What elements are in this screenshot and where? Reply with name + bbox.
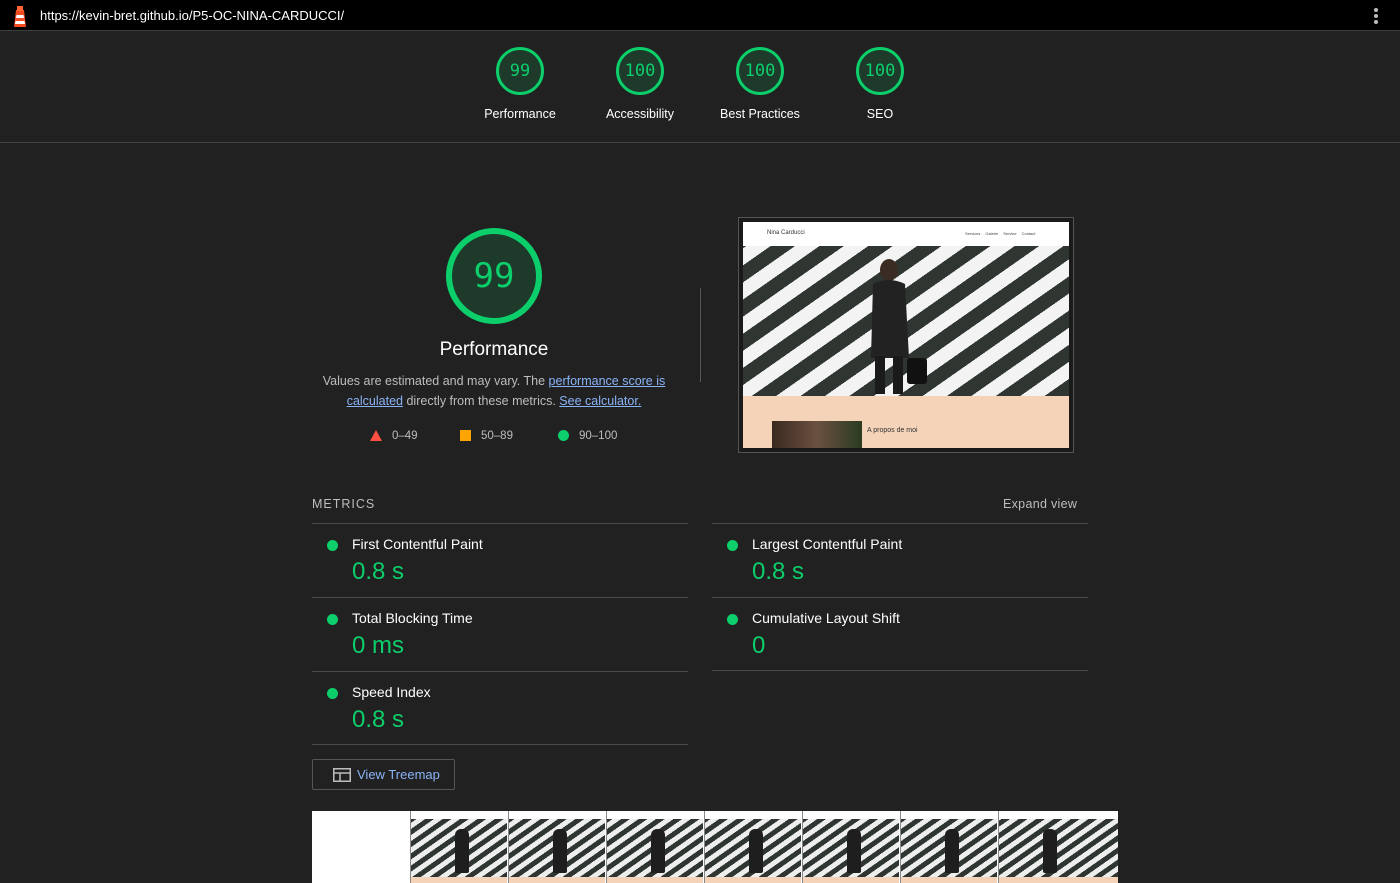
filmstrip-frame [900, 811, 997, 883]
final-screenshot[interactable]: Nina Carducci Services Galerie Service Cont… [738, 217, 1074, 453]
pass-circle-icon [558, 430, 569, 442]
top-bar: https://kevin-bret.github.io/P5-OC-NINA-… [0, 0, 1400, 31]
scores-summary: 99 Performance 100 Accessibility 100 Bes… [0, 31, 1400, 143]
metric-name: First Contentful Paint [352, 536, 483, 552]
screenshot-about-section: A propos de moi [743, 396, 1069, 448]
gauge-label: SEO [866, 107, 894, 121]
legend-label: 0–49 [392, 430, 418, 442]
filmstrip-frame [704, 811, 801, 883]
metric-name: Cumulative Layout Shift [752, 610, 900, 626]
description-text: Values are estimated and may vary. The [322, 374, 549, 388]
metrics-header: METRICS [312, 497, 376, 511]
gauge-score: 100 [736, 47, 784, 95]
pass-circle-icon [727, 614, 738, 625]
pass-circle-icon [727, 540, 738, 551]
metric-value: 0 ms [352, 632, 405, 659]
filmstrip [312, 811, 1118, 883]
metric-cumulative-layout-shift: Cumulative Layout Shift 0 [712, 598, 1088, 672]
divider [712, 670, 1088, 671]
legend-label: 90–100 [579, 430, 618, 442]
gauge-performance[interactable]: 99 Performance [460, 47, 580, 121]
metric-name: Largest Contentful Paint [752, 536, 903, 552]
filmstrip-frame [802, 811, 899, 883]
gauge-score: 99 [496, 47, 544, 95]
screenshot-link: Services [965, 231, 981, 236]
report-url[interactable]: https://kevin-bret.github.io/P5-OC-NINA-… [40, 8, 344, 23]
more-options-icon[interactable] [1374, 8, 1378, 24]
filmstrip-frame [410, 811, 507, 883]
legend-fail: 0–49 [370, 430, 418, 442]
gauge-accessibility[interactable]: 100 Accessibility [580, 47, 700, 121]
metric-value: 0 [752, 632, 766, 659]
pass-circle-icon [327, 688, 338, 699]
gauge-seo[interactable]: 100 SEO [820, 47, 940, 121]
screenshot-about-text: A propos de moi [867, 427, 918, 434]
metric-value: 0.8 s [752, 558, 805, 585]
portrait-image [772, 421, 862, 448]
gauge-label: Performance [484, 107, 556, 121]
metric-name: Total Blocking Time [352, 610, 473, 626]
performance-gauge: 99 [446, 228, 542, 324]
description-text: directly from these metrics. [403, 394, 560, 408]
view-treemap-button[interactable]: View Treemap [312, 759, 455, 790]
screenshot-hero-image [743, 246, 1069, 396]
pass-circle-icon [327, 540, 338, 551]
lighthouse-logo-icon [14, 6, 26, 27]
screenshot-nav: Nina Carducci Services Galerie Service Cont… [743, 222, 1069, 246]
metric-total-blocking-time: Total Blocking Time 0 ms [312, 598, 688, 672]
performance-description: Values are estimated and may vary. The p… [318, 371, 670, 411]
screenshot-links: Services Galerie Service Contact [965, 231, 1040, 236]
metric-value: 0.8 s [352, 558, 405, 585]
fail-triangle-icon [370, 430, 382, 442]
average-square-icon [460, 430, 471, 442]
performance-title: Performance [439, 339, 549, 360]
metric-speed-index: Speed Index 0.8 s [312, 672, 688, 746]
view-treemap-label: View Treemap [357, 767, 440, 782]
gauge-label: Accessibility [605, 107, 675, 121]
walking-man-image [871, 259, 927, 394]
filmstrip-frame [312, 811, 409, 883]
legend-average: 50–89 [460, 430, 513, 442]
pass-circle-icon [327, 614, 338, 625]
screenshot-link: Contact [1021, 231, 1036, 236]
expand-view-toggle[interactable]: Expand view [1003, 497, 1077, 511]
filmstrip-frame [606, 811, 703, 883]
filmstrip-frame [998, 811, 1118, 883]
legend-label: 50–89 [481, 430, 513, 442]
legend-pass: 90–100 [558, 430, 617, 442]
gauge-label: Best Practices [720, 107, 800, 121]
divider [700, 288, 701, 382]
see-calculator-link[interactable]: See calculator. [559, 394, 641, 408]
metric-name: Speed Index [352, 684, 431, 700]
metric-largest-contentful-paint: Largest Contentful Paint 0.8 s [712, 524, 1088, 598]
metric-value: 0.8 s [352, 706, 405, 733]
metric-first-contentful-paint: First Contentful Paint 0.8 s [312, 524, 688, 598]
treemap-icon [333, 767, 351, 782]
filmstrip-frame [508, 811, 605, 883]
screenshot-brand: Nina Carducci [767, 230, 805, 236]
gauge-score: 100 [616, 47, 664, 95]
divider [312, 744, 688, 745]
gauge-score: 100 [856, 47, 904, 95]
screenshot-link: Service [1003, 231, 1017, 236]
gauge-best-practices[interactable]: 100 Best Practices [700, 47, 820, 121]
screenshot-link: Galerie [985, 231, 999, 236]
